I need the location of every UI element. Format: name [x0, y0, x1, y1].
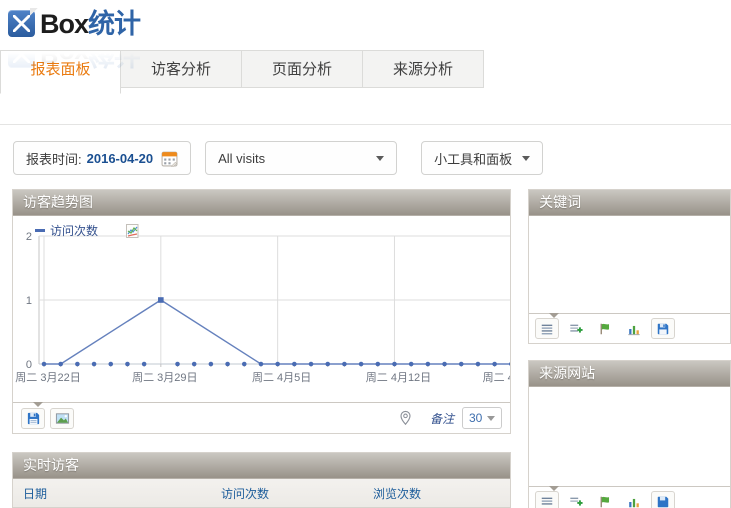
- segment-selector[interactable]: All visits: [205, 141, 397, 175]
- table-view-icon[interactable]: [535, 491, 559, 508]
- chevron-down-icon: [376, 156, 384, 161]
- referrer-websites-empty-body: [529, 387, 730, 486]
- metrics-picker-icon[interactable]: [124, 223, 140, 239]
- report-toolbar: 报表时间: 2016-04-20 All visits 小工具和面板: [13, 141, 731, 175]
- export-icon[interactable]: [21, 408, 45, 429]
- referrer-websites-widget-header[interactable]: 来源网站: [529, 361, 730, 387]
- svg-text:周二 4月5日: 周二 4月5日: [252, 371, 311, 384]
- widgets-and-dashboard-button[interactable]: 小工具和面板: [421, 141, 543, 175]
- date-label: 报表时间:: [26, 149, 82, 168]
- export-icon[interactable]: [651, 318, 675, 339]
- table-more-columns-icon[interactable]: [564, 318, 588, 339]
- svg-text:0: 0: [26, 359, 32, 371]
- collapse-arrow-icon[interactable]: [549, 313, 559, 318]
- column-header-pageviews[interactable]: 浏览次数: [373, 485, 510, 502]
- legend-line-swatch: [35, 229, 45, 232]
- goals-flag-icon[interactable]: [593, 491, 617, 508]
- widgets-button-label: 小工具和面板: [434, 149, 512, 168]
- date-range-button[interactable]: 报表时间: 2016-04-20: [13, 141, 191, 175]
- app-header: Box统计 Box统计: [0, 0, 731, 56]
- visitor-trend-widget-footer: 备注 30: [13, 402, 510, 433]
- chevron-down-icon: [487, 416, 495, 421]
- table-more-columns-icon[interactable]: [564, 491, 588, 508]
- keywords-widget-header[interactable]: 关键词: [529, 190, 730, 216]
- image-export-icon[interactable]: [50, 408, 74, 429]
- svg-text:1: 1: [26, 295, 32, 307]
- keywords-widget: 关键词: [528, 189, 731, 344]
- realtime-table-header: 日期 访问次数 浏览次数: [13, 479, 510, 507]
- referrer-websites-widget: 来源网站: [528, 360, 731, 508]
- annotations-link[interactable]: 备注: [430, 410, 454, 427]
- dashboard-right-column: 关键词: [528, 189, 731, 508]
- visitor-trend-chart[interactable]: 0 1 2 周二 3月22日 周二 3月29日 周二 4月5日 周二 4月12日 周二 4月1…: [13, 232, 510, 402]
- page-divider: [0, 124, 731, 125]
- segment-selected-value: All visits: [218, 151, 265, 166]
- app-title: Box统计: [40, 7, 140, 41]
- tab-dashboard[interactable]: 报表面板: [0, 50, 121, 94]
- calendar-icon: [161, 150, 178, 167]
- app-logo: Box统计 Box统计: [8, 7, 188, 41]
- goals-flag-icon[interactable]: [593, 318, 617, 339]
- row-limit-value: 30: [469, 411, 482, 425]
- tab-visitors[interactable]: 访客分析: [121, 50, 242, 88]
- tab-referrers[interactable]: 来源分析: [363, 50, 484, 88]
- svg-text:周二 3月29日: 周二 3月29日: [132, 371, 197, 384]
- visitor-trend-chart-area: 访问次数 0 1 2 周二 3月22日 周二 3月29日 周二 4月5日 周二 4月12日 周…: [13, 216, 510, 402]
- row-limit-select[interactable]: 30: [462, 407, 502, 429]
- column-header-date[interactable]: 日期: [23, 485, 221, 502]
- svg-text:周二 3月22日: 周二 3月22日: [15, 371, 80, 384]
- referrer-websites-widget-footer: [529, 486, 730, 508]
- map-pin-icon[interactable]: [393, 408, 417, 429]
- visitor-trend-widget-header[interactable]: 访客趋势图: [13, 190, 510, 216]
- dashboard-left-column: 访客趋势图 访问次数 0 1 2 周二 3月22日 周二 3月29日 周二 4月5日 周二 …: [12, 189, 511, 508]
- collapse-arrow-icon[interactable]: [549, 486, 559, 491]
- export-icon[interactable]: [651, 491, 675, 508]
- chart-legend: 访问次数: [35, 222, 140, 239]
- chevron-down-icon: [522, 156, 530, 161]
- keywords-widget-footer: [529, 313, 730, 343]
- realtime-visitors-widget: 实时访客 日期 访问次数 浏览次数: [12, 452, 511, 508]
- column-header-visits[interactable]: 访问次数: [221, 485, 373, 502]
- svg-text:周二 4月12日: 周二 4月12日: [366, 371, 431, 384]
- visitor-trend-widget: 访客趋势图 访问次数 0 1 2 周二 3月22日 周二 3月29日 周二 4月5日 周二 …: [12, 189, 511, 434]
- realtime-widget-header[interactable]: 实时访客: [13, 453, 510, 479]
- dashboard-content: 访客趋势图 访问次数 0 1 2 周二 3月22日 周二 3月29日 周二 4月5日 周二 …: [0, 189, 731, 508]
- chart-footer-controls: 备注 30: [393, 407, 502, 429]
- main-nav-tabs: 报表面板 访客分析 页面分析 来源分析: [0, 50, 731, 89]
- svg-text:周二 4月19日: 周二 4月19日: [483, 371, 511, 384]
- bar-chart-icon[interactable]: [622, 318, 646, 339]
- svg-text:2: 2: [26, 231, 32, 243]
- collapse-arrow-icon[interactable]: [33, 402, 43, 407]
- keywords-empty-body: [529, 216, 730, 313]
- bar-chart-icon[interactable]: [622, 491, 646, 508]
- date-value: 2016-04-20: [87, 151, 154, 166]
- table-view-icon[interactable]: [535, 318, 559, 339]
- legend-label: 访问次数: [50, 222, 98, 239]
- logo-fold-decoration: [30, 8, 38, 16]
- tab-pages[interactable]: 页面分析: [242, 50, 363, 88]
